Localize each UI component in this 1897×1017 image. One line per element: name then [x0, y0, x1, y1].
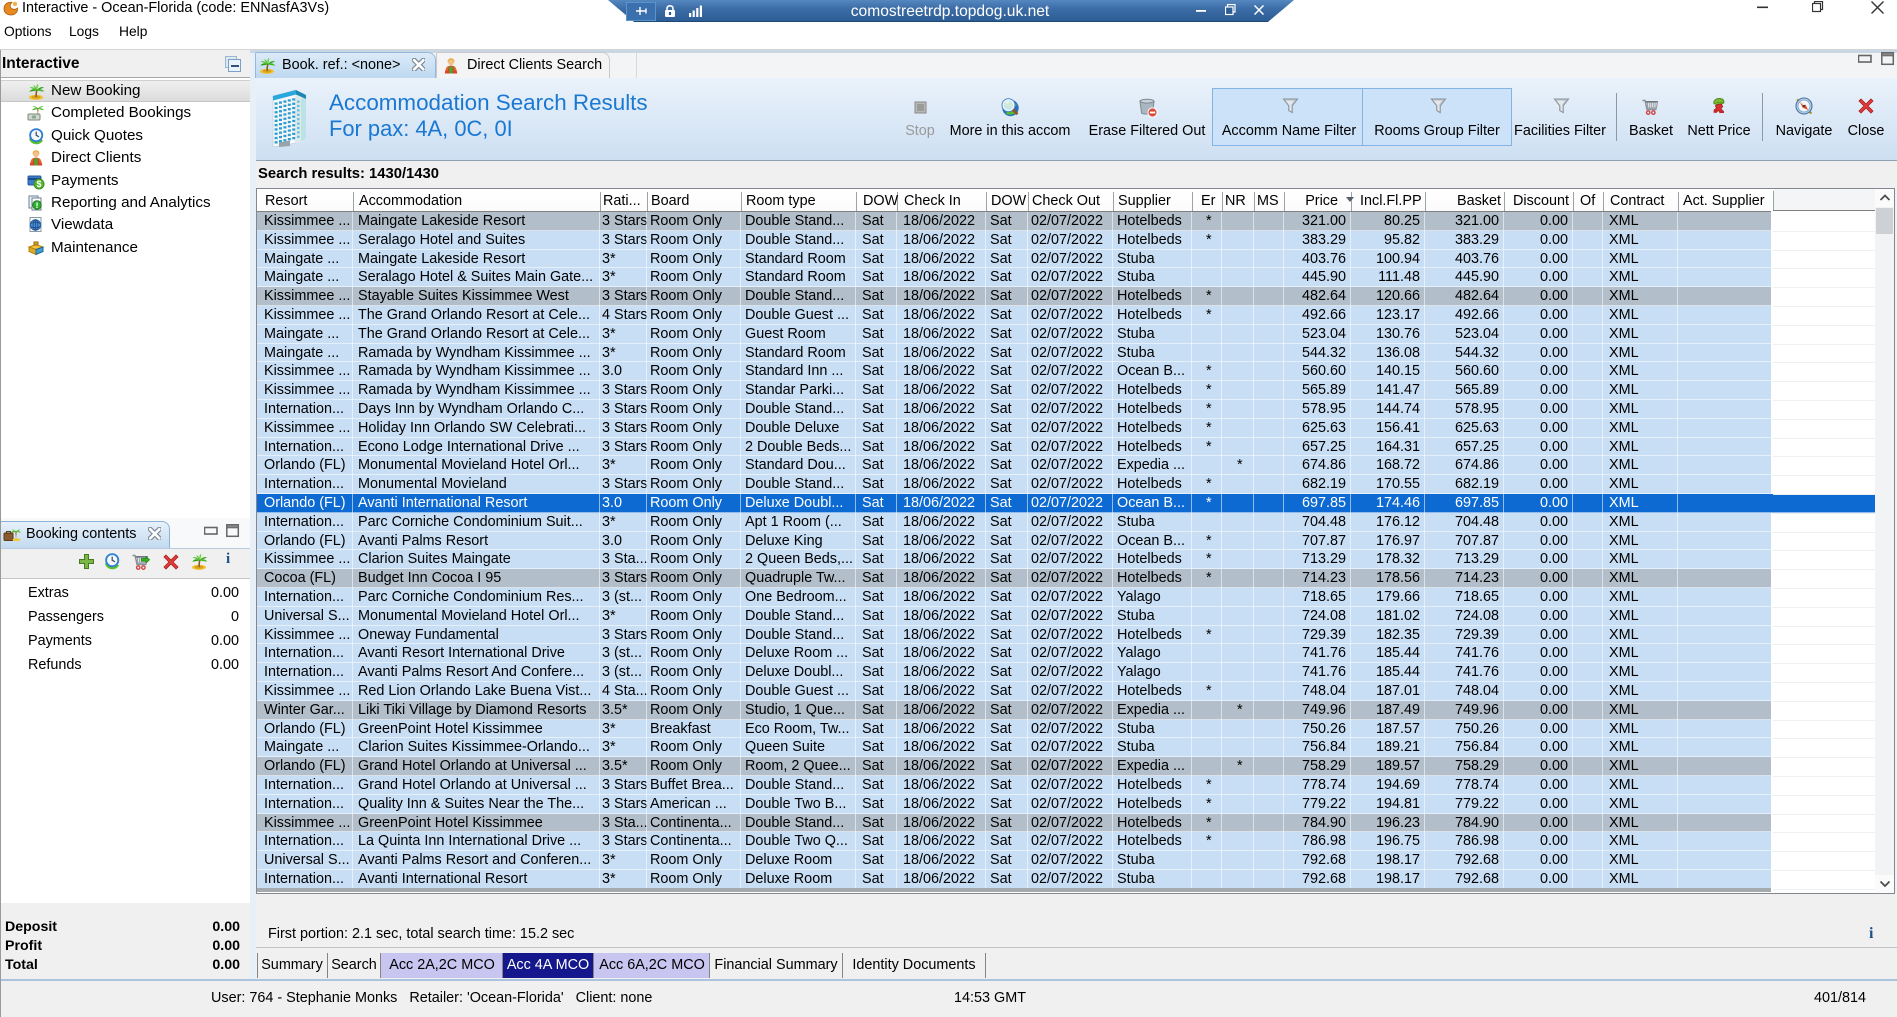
svg-text:$: $ [36, 179, 41, 189]
